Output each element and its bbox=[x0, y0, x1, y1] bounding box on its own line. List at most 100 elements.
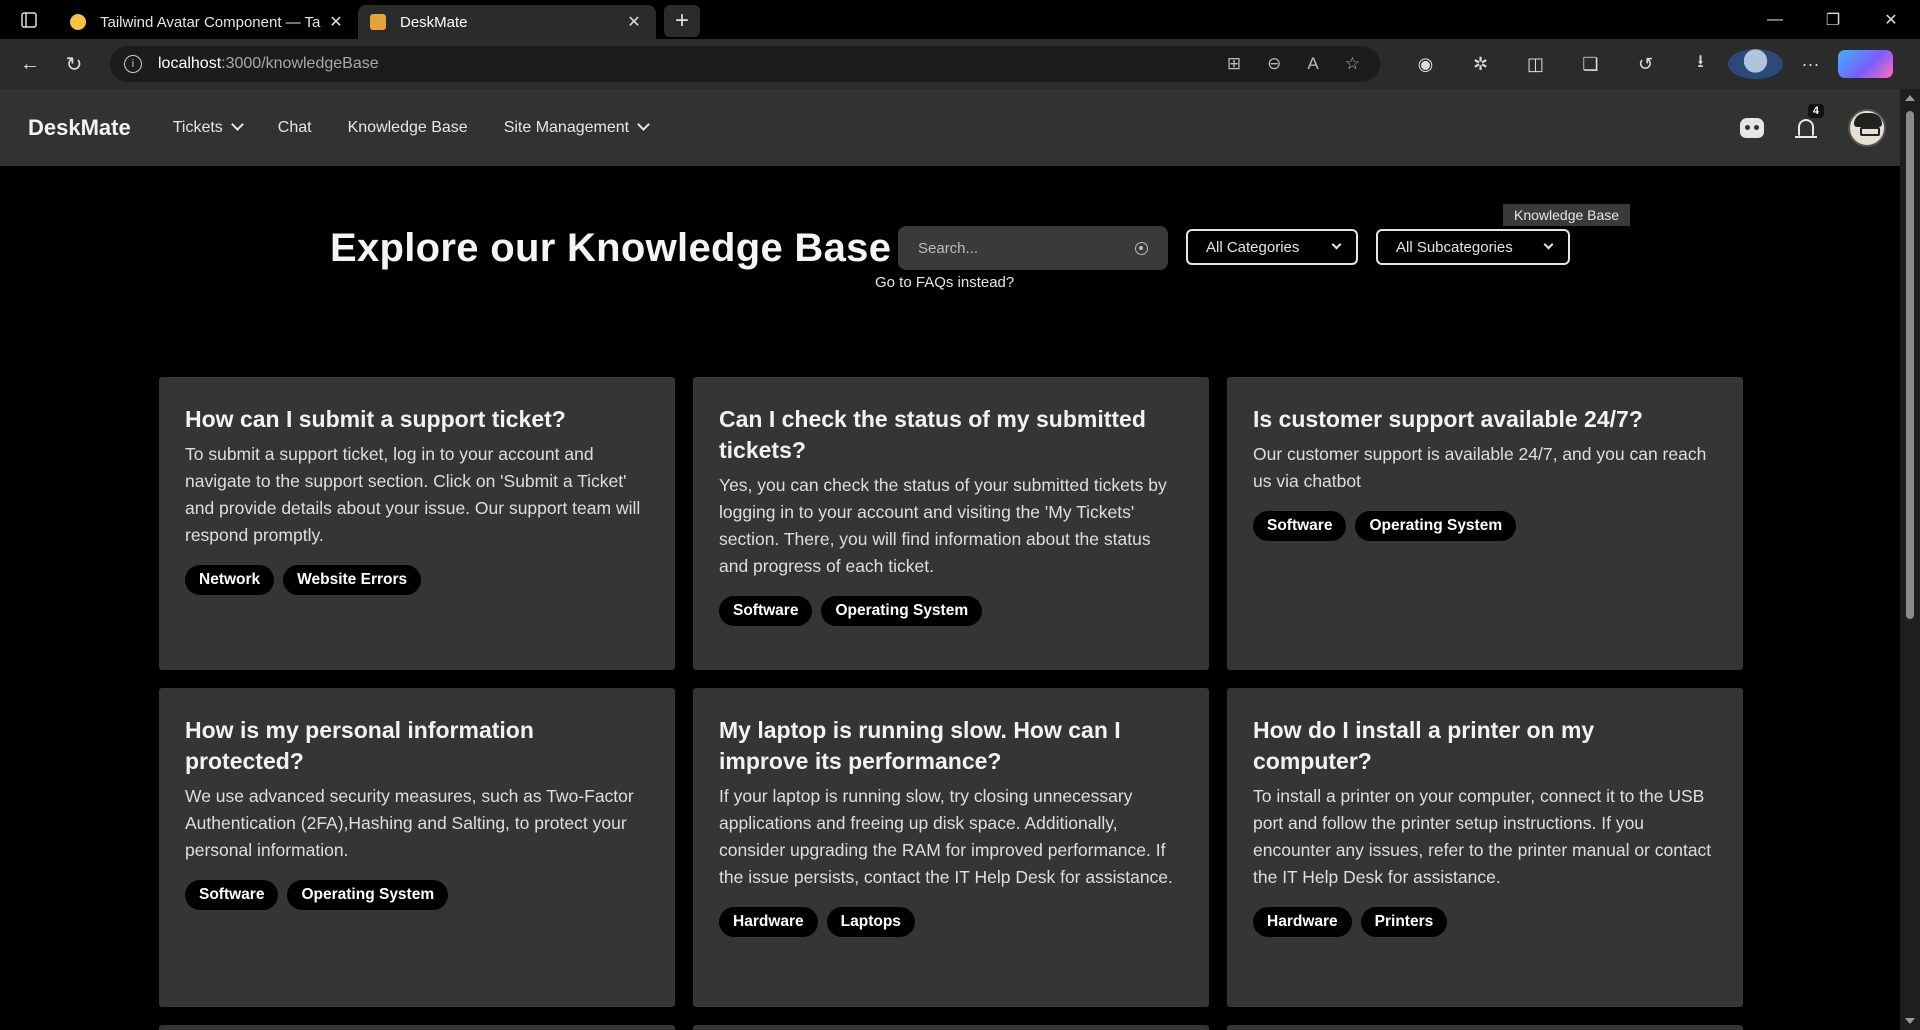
history-icon[interactable]: ↺ bbox=[1618, 54, 1673, 75]
extension-glasses-icon[interactable]: ◉ bbox=[1398, 54, 1453, 75]
minimize-icon[interactable]: — bbox=[1746, 0, 1804, 39]
tag-badge[interactable]: Software bbox=[719, 596, 813, 626]
nav-links: Tickets Chat Knowledge Base Site Managem… bbox=[173, 119, 648, 137]
read-aloud-icon[interactable]: A bbox=[1307, 54, 1318, 74]
app-navbar: DeskMate Tickets Chat Knowledge Base Sit… bbox=[0, 89, 1900, 166]
zoom-out-icon[interactable]: ⊖ bbox=[1267, 54, 1281, 74]
tab-actions-icon[interactable] bbox=[0, 0, 58, 39]
tag-badge[interactable]: Network bbox=[185, 565, 275, 595]
downloads-icon[interactable]: ⭳ bbox=[1673, 49, 1728, 79]
kb-article-card[interactable]: Can I check the status of my submitted t… bbox=[693, 377, 1209, 670]
scrollbar-thumb[interactable] bbox=[1906, 111, 1914, 619]
tooltip: Knowledge Base bbox=[1503, 204, 1631, 226]
window-controls: — ❐ ✕ bbox=[1746, 0, 1920, 39]
tag-badge[interactable]: Printers bbox=[1360, 907, 1448, 937]
tag-badge[interactable]: Hardware bbox=[1253, 907, 1352, 937]
article-tags: Software Operating System bbox=[719, 596, 1183, 626]
tab-close-icon[interactable]: ✕ bbox=[326, 12, 346, 32]
browser-tab-tailwind[interactable]: Tailwind Avatar Component — Ta ✕ bbox=[58, 5, 358, 39]
more-menu-icon[interactable]: ··· bbox=[1783, 54, 1838, 75]
restore-icon[interactable]: ❐ bbox=[1804, 0, 1862, 39]
kb-article-card-partial[interactable] bbox=[1227, 1025, 1743, 1030]
tag-badge[interactable]: Website Errors bbox=[283, 565, 422, 595]
kb-article-card[interactable]: How do I install a printer on my compute… bbox=[1227, 688, 1743, 1007]
browser-address-bar: ← ↻ i localhost:3000/knowledgeBase ⊞ ⊖ A… bbox=[0, 39, 1920, 89]
page-viewport: DeskMate Tickets Chat Knowledge Base Sit… bbox=[0, 89, 1900, 1030]
article-body: To install a printer on your computer, c… bbox=[1253, 786, 1712, 887]
kb-article-card[interactable]: My laptop is running slow. How can I imp… bbox=[693, 688, 1209, 1007]
article-title: Is customer support available 24/7? bbox=[1253, 406, 1643, 432]
notification-bell-icon[interactable]: 4 bbox=[1794, 103, 1824, 140]
site-info-icon[interactable]: i bbox=[124, 55, 142, 73]
window-close-icon[interactable]: ✕ bbox=[1862, 0, 1920, 39]
copilot-icon[interactable] bbox=[1838, 50, 1893, 78]
article-tags: Network Website Errors bbox=[185, 565, 649, 595]
tab-favicon-icon bbox=[70, 14, 86, 30]
nav-knowledge-base[interactable]: Knowledge Base bbox=[348, 119, 468, 137]
profile-avatar-icon[interactable] bbox=[1728, 49, 1783, 79]
article-title: How do I install a printer on my compute… bbox=[1253, 717, 1595, 774]
subcategory-select[interactable]: All Subcategories bbox=[1376, 229, 1570, 265]
apps-icon[interactable]: ⊞ bbox=[1227, 54, 1241, 74]
scroll-up-arrow-icon[interactable] bbox=[1905, 95, 1915, 101]
nav-tickets[interactable]: Tickets bbox=[173, 119, 242, 137]
kb-article-card[interactable]: How is my personal information protected… bbox=[159, 688, 675, 1007]
article-body: We use advanced security measures, such … bbox=[185, 786, 634, 860]
article-tags: Software Operating System bbox=[185, 880, 649, 910]
nav-site-management[interactable]: Site Management bbox=[504, 119, 648, 137]
chatbot-icon[interactable] bbox=[1740, 117, 1764, 138]
article-tags: Hardware Laptops bbox=[719, 907, 1183, 937]
tab-favicon-icon bbox=[370, 14, 386, 30]
tag-badge[interactable]: Operating System bbox=[1355, 511, 1517, 541]
refresh-icon[interactable]: ↻ bbox=[52, 46, 96, 82]
nav-chat[interactable]: Chat bbox=[278, 119, 312, 137]
new-tab-button[interactable]: + bbox=[664, 5, 700, 37]
user-avatar[interactable] bbox=[1848, 108, 1886, 147]
kb-article-grid: How can I submit a support ticket? To su… bbox=[159, 377, 1743, 1030]
browser-tab-deskmate[interactable]: DeskMate ✕ bbox=[358, 5, 656, 39]
tag-badge[interactable]: Hardware bbox=[719, 907, 818, 937]
browser-tab-bar: Tailwind Avatar Component — Ta ✕ DeskMat… bbox=[0, 0, 1920, 39]
chevron-down-icon bbox=[1543, 239, 1554, 249]
extensions-puzzle-icon[interactable]: ✲ bbox=[1453, 54, 1508, 75]
page-title: Explore our Knowledge Base bbox=[330, 226, 892, 270]
nav-right-actions: 4 bbox=[1740, 89, 1886, 166]
article-title: How is my personal information protected… bbox=[185, 717, 534, 774]
category-select-value: All Categories bbox=[1206, 238, 1300, 256]
tag-badge[interactable]: Software bbox=[185, 880, 279, 910]
tab-close-icon[interactable]: ✕ bbox=[624, 12, 644, 32]
tag-badge[interactable]: Software bbox=[1253, 511, 1347, 541]
search-icon[interactable] bbox=[1135, 241, 1148, 255]
article-tags: Software Operating System bbox=[1253, 511, 1717, 541]
url-field[interactable]: i localhost:3000/knowledgeBase ⊞ ⊖ A ☆ bbox=[110, 46, 1380, 82]
back-arrow-icon[interactable]: ← bbox=[8, 46, 52, 82]
page-scrollbar[interactable] bbox=[1900, 89, 1920, 1030]
article-body: Yes, you can check the status of your su… bbox=[719, 475, 1167, 576]
search-input[interactable] bbox=[918, 239, 1135, 257]
article-body: Our customer support is available 24/7, … bbox=[1253, 444, 1707, 491]
kb-article-card-partial[interactable] bbox=[693, 1025, 1209, 1030]
favorite-star-icon[interactable]: ☆ bbox=[1345, 54, 1360, 74]
notification-badge: 4 bbox=[1807, 103, 1824, 118]
article-title: My laptop is running slow. How can I imp… bbox=[719, 717, 1121, 774]
tab-title: Tailwind Avatar Component — Ta bbox=[100, 13, 321, 31]
tag-badge[interactable]: Operating System bbox=[287, 880, 449, 910]
url-text: localhost:3000/knowledgeBase bbox=[158, 55, 379, 72]
kb-article-card-partial[interactable] bbox=[159, 1025, 675, 1030]
kb-article-card[interactable]: How can I submit a support ticket? To su… bbox=[159, 377, 675, 670]
article-body: To submit a support ticket, log in to yo… bbox=[185, 444, 641, 545]
faq-link[interactable]: Go to FAQs instead? bbox=[875, 274, 1014, 291]
category-select[interactable]: All Categories bbox=[1186, 229, 1358, 265]
kb-article-card[interactable]: Is customer support available 24/7? Our … bbox=[1227, 377, 1743, 670]
split-screen-icon[interactable]: ◫ bbox=[1508, 54, 1563, 75]
brand-logo[interactable]: DeskMate bbox=[28, 115, 131, 141]
article-title: How can I submit a support ticket? bbox=[185, 406, 566, 432]
article-tags: Hardware Printers bbox=[1253, 907, 1717, 937]
collections-icon[interactable]: ❏ bbox=[1563, 54, 1618, 75]
article-title: Can I check the status of my submitted t… bbox=[719, 406, 1146, 463]
tag-badge[interactable]: Operating System bbox=[821, 596, 983, 626]
tag-badge[interactable]: Laptops bbox=[826, 907, 915, 937]
scroll-down-arrow-icon[interactable] bbox=[1905, 1018, 1915, 1024]
subcategory-select-value: All Subcategories bbox=[1396, 238, 1513, 256]
tab-title: DeskMate bbox=[400, 13, 468, 31]
